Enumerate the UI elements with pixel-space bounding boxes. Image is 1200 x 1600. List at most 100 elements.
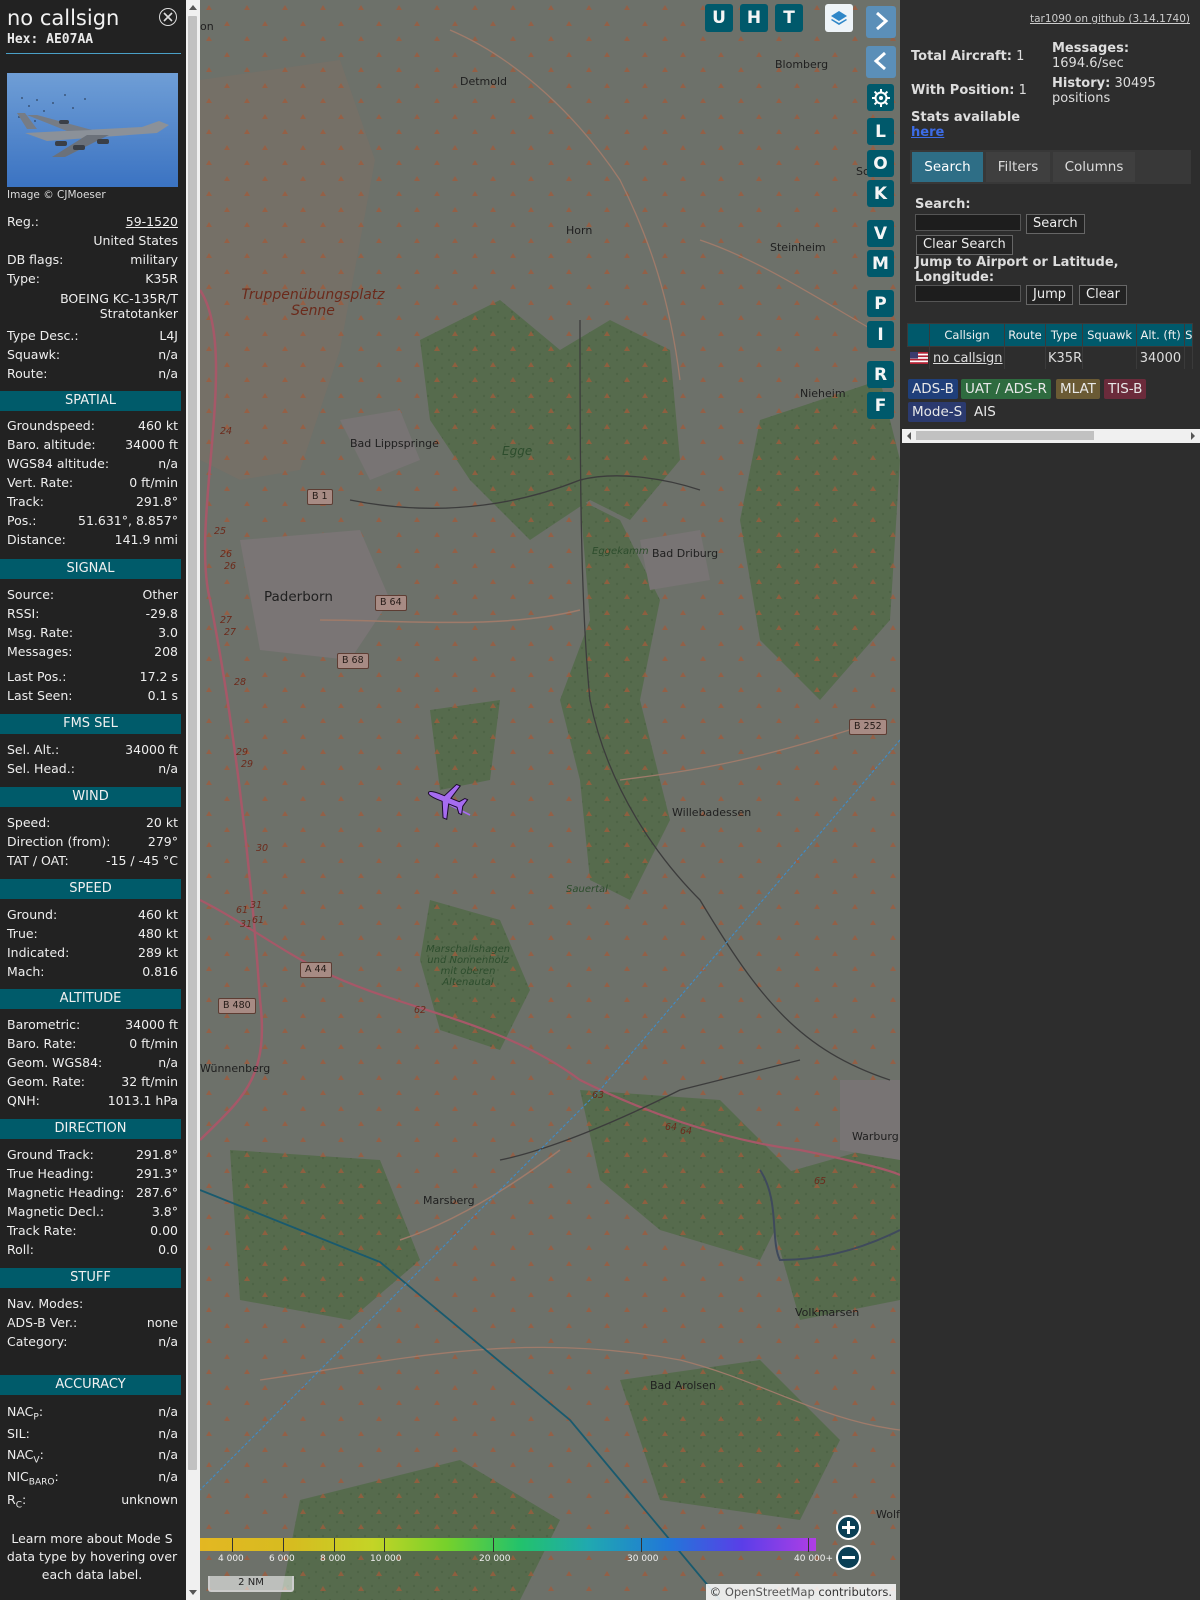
scroll-right-arrow-icon[interactable] [1189, 431, 1197, 441]
chevron-left-icon [873, 51, 886, 71]
toggle-k-button[interactable]: K [867, 180, 894, 207]
table-header-callsign[interactable]: Callsign [929, 323, 1005, 347]
spatial-wgs84-altitude-row: WGS84 altitude: n/a [7, 456, 178, 474]
tab-search[interactable]: Search [912, 152, 983, 182]
road-label: B 252 [849, 719, 887, 735]
route-row: Route: n/a [7, 366, 178, 384]
pos-label: Pos.: [7, 513, 37, 528]
legend-tick [232, 1538, 233, 1552]
aircraft-photo[interactable] [7, 73, 178, 187]
geom-rate-label: Geom. Rate: [7, 1074, 86, 1089]
zoom-out-button[interactable] [836, 1545, 861, 1570]
altitude-barometric-row: Barometric: 34000 ft [7, 1017, 178, 1035]
clear-search-button[interactable]: Clear Search [916, 235, 1013, 255]
road-number: 62 [414, 1005, 427, 1016]
scroll-up-arrow-icon[interactable] [189, 5, 197, 10]
table-row[interactable]: no callsign K35R 34000 [907, 346, 1194, 369]
nicbaro-row: NICBARO: n/a [7, 1469, 178, 1488]
speed-mach-row: Mach: 0.816 [7, 964, 178, 982]
toggle-r-button[interactable]: R [867, 361, 894, 388]
country: United States [93, 233, 178, 248]
legend-tick [808, 1538, 809, 1552]
row-route [1004, 346, 1046, 369]
signal-rssi-row: RSSI: -29.8 [7, 606, 178, 624]
dbflags-value: military [130, 252, 178, 267]
settings-button[interactable] [867, 84, 894, 111]
true-value: 480 kt [138, 926, 178, 941]
track-value: 291.8° [135, 494, 178, 509]
road-number: 25 [214, 526, 227, 537]
search-button[interactable]: Search [1026, 214, 1085, 234]
scroll-down-arrow-icon[interactable] [189, 1590, 197, 1595]
map-base-layer [200, 0, 900, 1600]
source-adsb-badge[interactable]: ADS-B [908, 379, 958, 399]
toggle-i-button[interactable]: I [867, 321, 894, 348]
close-icon[interactable] [159, 8, 177, 26]
sidebar-panel: tar1090 on github (3.14.1740) Total Airc… [900, 0, 1200, 1600]
table-header-type[interactable]: Type [1044, 323, 1084, 347]
toggle-o-button[interactable]: O [867, 150, 894, 177]
tab-columns[interactable]: Columns [1053, 152, 1135, 182]
collapse-sidebar-button[interactable] [866, 46, 896, 78]
clear-button[interactable]: Clear [1079, 285, 1127, 305]
expand-sidebar-button[interactable] [866, 6, 896, 38]
aircraft-hex: Hex: AE07AA [7, 32, 94, 47]
road-number: 29 [241, 759, 254, 770]
toggle-h-button[interactable]: H [740, 4, 768, 32]
github-link[interactable]: tar1090 on github (3.14.1740) [1030, 13, 1190, 25]
last-pos-value: 17.2 s [139, 669, 178, 684]
msg-rate-value: 3.0 [158, 625, 178, 640]
map-view[interactable]: on Detmold Blomberg Horn Steinheim Sch N… [200, 0, 900, 1600]
jump-input[interactable] [915, 285, 1021, 302]
section-direction: DIRECTION [0, 1119, 181, 1139]
place-label: Willebadessen [672, 806, 752, 819]
registration-link[interactable]: 59-1520 [126, 214, 178, 229]
place-label: Wolf [876, 1508, 900, 1521]
table-header-altitude[interactable]: Alt. (ft) [1136, 323, 1186, 347]
barometric-value: 34000 ft [125, 1017, 178, 1032]
source-mlat-badge[interactable]: MLAT [1056, 379, 1100, 399]
pos-value: 51.631°, 8.857° [78, 513, 178, 528]
source-uat-badge[interactable]: UAT / ADS-R [961, 379, 1051, 399]
source-modes-badge[interactable]: Mode-S [908, 402, 967, 422]
table-header-route[interactable]: Route [1004, 323, 1046, 347]
search-input[interactable] [915, 214, 1021, 231]
layers-button[interactable] [825, 4, 853, 32]
place-label: Bad Driburg [652, 547, 719, 560]
scrollbar-thumb[interactable] [188, 16, 197, 1470]
toggle-m-button[interactable]: M [867, 250, 894, 277]
qnh-value: 1013.1 hPa [107, 1093, 178, 1108]
osm-link[interactable]: OpenStreetMap [725, 1585, 815, 1599]
source-ais-badge[interactable]: AIS [970, 402, 1000, 422]
ads-b-ver-value: none [146, 1315, 178, 1330]
layers-icon [831, 11, 847, 25]
toggle-v-button[interactable]: V [867, 220, 894, 247]
table-horizontal-scrollbar[interactable] [902, 429, 1200, 443]
stats-link[interactable]: here [911, 125, 944, 140]
stuff-nav-modes-row: Nav. Modes: [7, 1296, 178, 1314]
section-accuracy: ACCURACY [0, 1375, 181, 1395]
jump-button[interactable]: Jump [1026, 285, 1073, 305]
toggle-u-button[interactable]: U [705, 4, 733, 32]
source-tisb-badge[interactable]: TIS-B [1104, 379, 1147, 399]
scroll-left-arrow-icon[interactable] [905, 431, 913, 441]
last-seen-value: 0.1 s [147, 688, 178, 703]
toggle-f-button[interactable]: F [867, 392, 894, 419]
scrollbar-thumb[interactable] [916, 431, 1094, 440]
category-label: Category: [7, 1334, 68, 1349]
type-full-line-1: BOEING KC-135R/T [60, 291, 178, 306]
toggle-l-button[interactable]: L [867, 118, 894, 145]
minus-icon [842, 1556, 855, 1559]
place-label: Marschallshagen und Nonnenholz mit obere… [426, 944, 511, 988]
zoom-in-button[interactable] [836, 1515, 861, 1540]
toggle-p-button[interactable]: P [867, 290, 894, 317]
info-panel-scrollbar[interactable] [186, 0, 200, 1600]
signal-source-row: Source: Other [7, 587, 178, 605]
table-header-squawk[interactable]: Squawk [1082, 323, 1138, 347]
place-label: Nieheim [800, 387, 846, 400]
magnetic-heading-label: Magnetic Heading: [7, 1185, 125, 1200]
tab-filters[interactable]: Filters [986, 152, 1050, 182]
row-callsign-link[interactable]: no callsign [929, 346, 1005, 369]
table-header-speed[interactable]: S [1184, 323, 1194, 347]
toggle-t-button[interactable]: T [775, 4, 803, 32]
